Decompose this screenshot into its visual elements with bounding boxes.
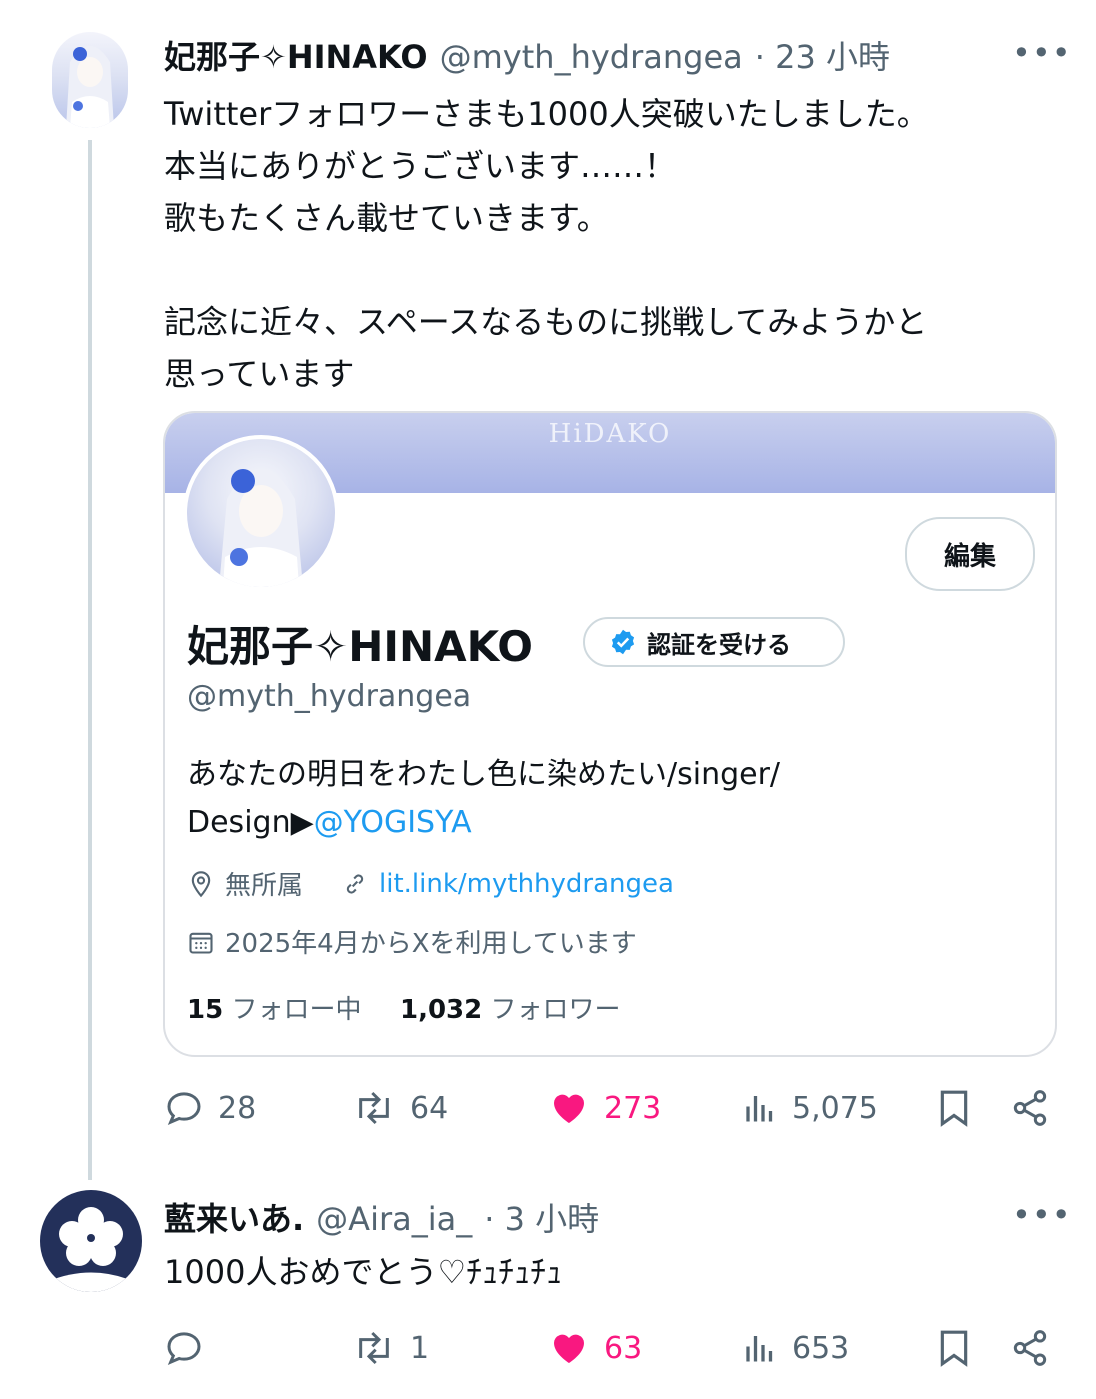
- reply-more-options-icon[interactable]: •••: [1012, 1196, 1071, 1234]
- reply-author-handle[interactable]: @Aira_ia_: [316, 1200, 472, 1238]
- heart-icon: [554, 1094, 584, 1123]
- like-count: 273: [604, 1090, 662, 1126]
- reply-timestamp[interactable]: · 3 小時: [484, 1194, 599, 1240]
- views-count: 5,075: [792, 1090, 878, 1126]
- bio-design-line: Design▶@YOGISYA: [187, 799, 1027, 847]
- profile-joined: 2025年4月からXを利用しています: [225, 929, 637, 959]
- reply-like-count: 63: [604, 1330, 643, 1366]
- views-icon: [746, 1336, 773, 1362]
- views-button[interactable]: 5,075: [742, 1088, 878, 1128]
- profile-avatar: [183, 435, 339, 591]
- tweet-timestamp[interactable]: · 23 小時: [755, 32, 890, 78]
- reply-button[interactable]: 28: [164, 1088, 256, 1128]
- location-icon: [191, 870, 211, 897]
- tweet-header: 妃那子✧HINAKO @myth_hydrangea · 23 小時: [164, 32, 890, 78]
- following-label: フォロー中: [231, 995, 362, 1025]
- share-icon: [1013, 1090, 1047, 1126]
- reply-views-count: 653: [792, 1330, 850, 1366]
- views-icon: [746, 1096, 773, 1122]
- following-count: 15: [187, 995, 224, 1025]
- profile-info-row: 無所属 lit.link/mythhydrangea: [187, 865, 674, 902]
- followers-label: フォロワー: [490, 995, 621, 1025]
- tweet-text: Twitterフォロワーさまも1000人突破いたしました。 本当にありがとうござ…: [164, 95, 929, 393]
- reply-author-name[interactable]: 藍来いあ.: [164, 1194, 304, 1240]
- reply-header: 藍来いあ. @Aira_ia_ · 3 小時: [164, 1194, 599, 1240]
- bio-mention-link: @YOGISYA: [313, 805, 472, 840]
- reply-icon: [167, 1092, 201, 1126]
- profile-joined-row: 2025年4月からXを利用しています: [187, 923, 637, 960]
- bio-design-label: Design▶: [187, 805, 314, 840]
- profile-name: 妃那子✧HINAKO: [187, 622, 533, 671]
- get-verified-button: 認証を受ける: [583, 617, 845, 667]
- reply-reply-button[interactable]: [164, 1328, 218, 1368]
- thread-connector-line: [88, 140, 92, 1180]
- like-button[interactable]: 273: [548, 1088, 661, 1128]
- reply-text: 1000人おめでとう♡ﾁｭﾁｭﾁｭ: [164, 1253, 563, 1291]
- profile-url: lit.link/mythhydrangea: [379, 868, 674, 899]
- reply-icon: [167, 1332, 201, 1366]
- share-button[interactable]: [1010, 1088, 1050, 1132]
- reply-bookmark-button[interactable]: [934, 1326, 974, 1374]
- reply-views-button[interactable]: 653: [742, 1328, 849, 1368]
- reply-retweet-button[interactable]: 1: [352, 1328, 429, 1368]
- retweet-button[interactable]: 64: [352, 1088, 448, 1128]
- retweet-icon: [359, 1331, 389, 1365]
- heart-icon: [554, 1334, 584, 1363]
- profile-handle: @myth_hydrangea: [187, 679, 472, 714]
- verified-badge-icon: [611, 629, 635, 655]
- reply-share-button[interactable]: [1010, 1328, 1050, 1372]
- reply-retweet-count: 1: [410, 1330, 430, 1366]
- reply-count: 28: [218, 1090, 257, 1126]
- calendar-icon: [189, 932, 213, 954]
- profile-bio: あなたの明日をわたし色に染めたい/singer/ Design▶@YOGISYA: [187, 751, 1027, 847]
- edit-profile-button: 編集: [905, 517, 1035, 591]
- bio-line: あなたの明日をわたし色に染めたい/singer/: [187, 757, 781, 792]
- profile-follow-stats: 15 フォロー中 1,032 フォロワー: [187, 989, 621, 1026]
- followers-count: 1,032: [400, 995, 483, 1025]
- author-avatar[interactable]: [52, 32, 128, 128]
- link-icon: [346, 873, 364, 894]
- bookmark-button[interactable]: [934, 1086, 974, 1134]
- embedded-profile-image[interactable]: HiDAKO 編集 妃那子✧HINAKO 認証を受ける @myth_hydran…: [163, 411, 1057, 1057]
- retweet-icon: [359, 1091, 389, 1125]
- get-verified-label: 認証を受ける: [647, 630, 791, 659]
- more-options-icon[interactable]: •••: [1012, 34, 1071, 72]
- reply-author-avatar[interactable]: [40, 1190, 142, 1292]
- bookmark-icon: [940, 1090, 968, 1127]
- share-icon: [1013, 1330, 1047, 1366]
- reply-like-button[interactable]: 63: [548, 1328, 642, 1368]
- profile-location: 無所属: [225, 871, 304, 901]
- author-handle[interactable]: @myth_hydrangea: [440, 38, 743, 76]
- bookmark-icon: [940, 1330, 968, 1367]
- author-name[interactable]: 妃那子✧HINAKO: [164, 32, 428, 78]
- retweet-count: 64: [410, 1090, 449, 1126]
